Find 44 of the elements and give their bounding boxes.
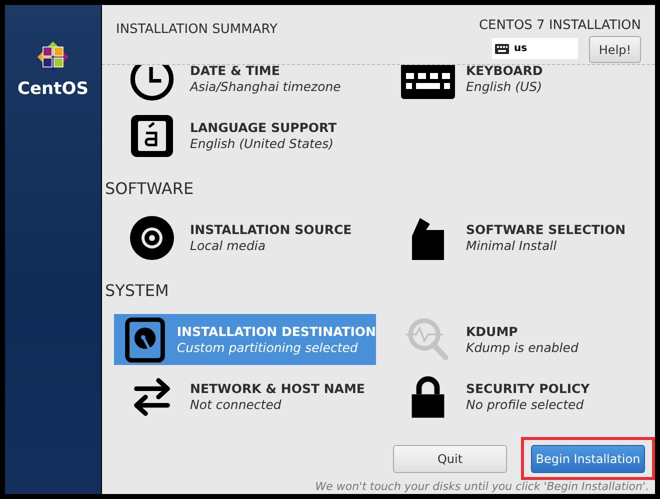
keyboard-icon	[495, 44, 509, 54]
keyboard-layout-indicator[interactable]: us	[492, 38, 578, 59]
footer-note: We won't touch your disks until you click 'Begin Installation'.	[315, 480, 649, 493]
hub-item[interactable]: SOFTWARE SELECTION Minimal Install	[390, 212, 652, 263]
item-title: SOFTWARE SELECTION	[466, 222, 626, 237]
magnifier-icon	[405, 316, 451, 362]
page-title: INSTALLATION SUMMARY	[116, 22, 278, 37]
logo-text: CentOS	[18, 79, 88, 99]
item-title: DATE & TIME	[190, 65, 281, 78]
help-button[interactable]: Help!	[589, 36, 641, 63]
hub-item[interactable]: DATE & TIME Asia/Shanghai timezone	[114, 65, 376, 104]
item-title: KDUMP	[466, 324, 519, 339]
section-heading: SOFTWARE	[104, 179, 195, 198]
item-status: Asia/Shanghai timezone	[190, 79, 341, 94]
item-status: Minimal Install	[466, 238, 558, 253]
hub-item[interactable]: KEYBOARD English (US)	[390, 65, 652, 104]
item-title: SECURITY POLICY	[466, 381, 590, 396]
begin-installation-button[interactable]: Begin Installation	[531, 445, 645, 473]
item-title: INSTALLATION SOURCE	[190, 222, 352, 237]
lock-icon	[410, 374, 446, 418]
quit-button[interactable]: Quit	[393, 445, 507, 473]
hub-item[interactable]: KDUMP Kdump is enabled	[390, 314, 652, 365]
package-icon	[410, 216, 446, 260]
item-title: KEYBOARD	[466, 65, 543, 78]
item-title: LANGUAGE SUPPORT	[190, 120, 337, 135]
item-status: Kdump is enabled	[466, 340, 578, 355]
item-status: English (US)	[466, 79, 543, 94]
disc-icon	[129, 214, 175, 260]
clock-icon	[129, 65, 175, 102]
item-status: English (United States)	[190, 136, 335, 151]
item-status: Local media	[190, 238, 267, 253]
item-status: Custom partitioning selected	[176, 340, 359, 355]
section-heading: SYSTEM	[104, 281, 170, 300]
item-title: INSTALLATION DESTINATION	[176, 324, 376, 339]
hub-item[interactable]: NETWORK & HOST NAME Not connected	[114, 371, 376, 422]
hub-item[interactable]: INSTALLATION SOURCE Local media	[114, 212, 376, 263]
hub-item[interactable]: LANGUAGE SUPPORT English (United States)	[114, 110, 376, 161]
item-title: NETWORK & HOST NAME	[190, 381, 365, 396]
item-status: No profile selected	[466, 397, 585, 412]
language-icon	[129, 112, 175, 158]
item-status: Not connected	[190, 397, 282, 412]
product-title: CENTOS 7 INSTALLATION	[478, 18, 641, 33]
hub-item[interactable]: SECURITY POLICY No profile selected	[390, 371, 652, 422]
keyboard-icon	[401, 65, 455, 98]
